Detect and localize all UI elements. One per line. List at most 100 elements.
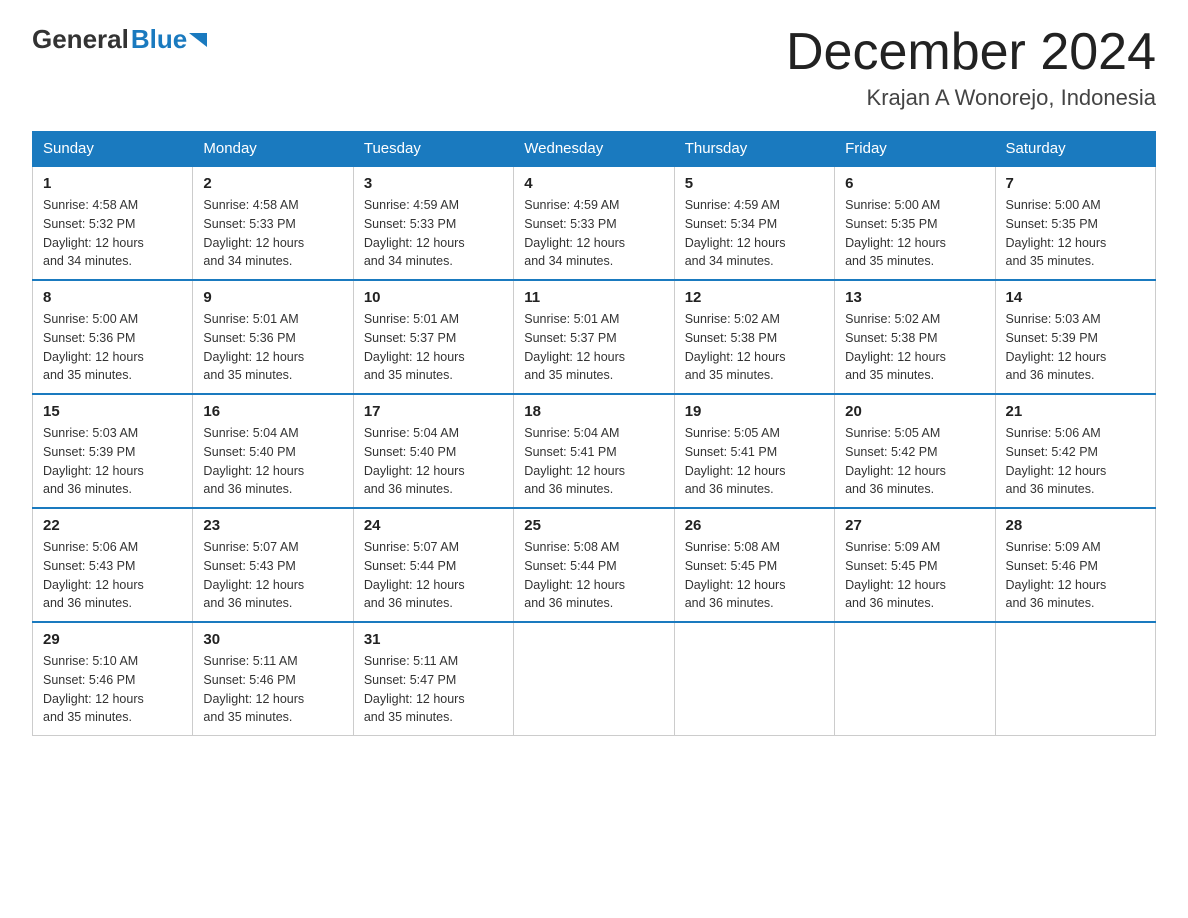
day-info: Sunrise: 5:09 AMSunset: 5:45 PMDaylight:… [845, 540, 946, 610]
logo-arrow-icon [189, 29, 211, 51]
day-number: 19 [685, 403, 824, 420]
week-row-4: 22 Sunrise: 5:06 AMSunset: 5:43 PMDaylig… [33, 508, 1156, 622]
calendar-cell [514, 622, 674, 736]
day-info: Sunrise: 5:02 AMSunset: 5:38 PMDaylight:… [685, 312, 786, 382]
day-info: Sunrise: 5:00 AMSunset: 5:35 PMDaylight:… [1006, 198, 1107, 268]
day-number: 25 [524, 517, 663, 534]
calendar-cell: 16 Sunrise: 5:04 AMSunset: 5:40 PMDaylig… [193, 394, 353, 508]
day-number: 13 [845, 289, 984, 306]
day-info: Sunrise: 5:06 AMSunset: 5:42 PMDaylight:… [1006, 426, 1107, 496]
day-number: 31 [364, 631, 503, 648]
calendar-cell: 19 Sunrise: 5:05 AMSunset: 5:41 PMDaylig… [674, 394, 834, 508]
calendar-cell: 25 Sunrise: 5:08 AMSunset: 5:44 PMDaylig… [514, 508, 674, 622]
day-info: Sunrise: 5:01 AMSunset: 5:37 PMDaylight:… [524, 312, 625, 382]
day-number: 17 [364, 403, 503, 420]
calendar-body: 1 Sunrise: 4:58 AMSunset: 5:32 PMDayligh… [33, 166, 1156, 736]
day-info: Sunrise: 5:08 AMSunset: 5:44 PMDaylight:… [524, 540, 625, 610]
day-info: Sunrise: 5:09 AMSunset: 5:46 PMDaylight:… [1006, 540, 1107, 610]
day-info: Sunrise: 5:11 AMSunset: 5:47 PMDaylight:… [364, 654, 465, 724]
day-info: Sunrise: 5:05 AMSunset: 5:42 PMDaylight:… [845, 426, 946, 496]
calendar-cell: 31 Sunrise: 5:11 AMSunset: 5:47 PMDaylig… [353, 622, 513, 736]
day-number: 4 [524, 175, 663, 192]
day-number: 20 [845, 403, 984, 420]
week-row-5: 29 Sunrise: 5:10 AMSunset: 5:46 PMDaylig… [33, 622, 1156, 736]
day-info: Sunrise: 5:00 AMSunset: 5:35 PMDaylight:… [845, 198, 946, 268]
calendar-cell: 8 Sunrise: 5:00 AMSunset: 5:36 PMDayligh… [33, 280, 193, 394]
day-info: Sunrise: 5:00 AMSunset: 5:36 PMDaylight:… [43, 312, 144, 382]
day-number: 7 [1006, 175, 1145, 192]
calendar-cell: 27 Sunrise: 5:09 AMSunset: 5:45 PMDaylig… [835, 508, 995, 622]
day-number: 27 [845, 517, 984, 534]
day-info: Sunrise: 5:10 AMSunset: 5:46 PMDaylight:… [43, 654, 144, 724]
calendar-cell: 26 Sunrise: 5:08 AMSunset: 5:45 PMDaylig… [674, 508, 834, 622]
title-block: December 2024 Krajan A Wonorejo, Indones… [786, 24, 1156, 111]
calendar-cell: 9 Sunrise: 5:01 AMSunset: 5:36 PMDayligh… [193, 280, 353, 394]
day-number: 9 [203, 289, 342, 306]
day-number: 26 [685, 517, 824, 534]
day-number: 22 [43, 517, 182, 534]
header-row: Sunday Monday Tuesday Wednesday Thursday… [33, 132, 1156, 167]
calendar-cell: 2 Sunrise: 4:58 AMSunset: 5:33 PMDayligh… [193, 166, 353, 280]
day-info: Sunrise: 4:58 AMSunset: 5:33 PMDaylight:… [203, 198, 304, 268]
day-info: Sunrise: 5:03 AMSunset: 5:39 PMDaylight:… [43, 426, 144, 496]
day-number: 15 [43, 403, 182, 420]
calendar-cell: 14 Sunrise: 5:03 AMSunset: 5:39 PMDaylig… [995, 280, 1155, 394]
day-info: Sunrise: 5:02 AMSunset: 5:38 PMDaylight:… [845, 312, 946, 382]
logo-general-text: General [32, 24, 129, 55]
header-sunday: Sunday [33, 132, 193, 167]
day-info: Sunrise: 5:01 AMSunset: 5:36 PMDaylight:… [203, 312, 304, 382]
calendar-cell: 15 Sunrise: 5:03 AMSunset: 5:39 PMDaylig… [33, 394, 193, 508]
calendar-cell: 30 Sunrise: 5:11 AMSunset: 5:46 PMDaylig… [193, 622, 353, 736]
calendar-cell: 22 Sunrise: 5:06 AMSunset: 5:43 PMDaylig… [33, 508, 193, 622]
calendar-cell: 24 Sunrise: 5:07 AMSunset: 5:44 PMDaylig… [353, 508, 513, 622]
calendar-cell [835, 622, 995, 736]
week-row-2: 8 Sunrise: 5:00 AMSunset: 5:36 PMDayligh… [33, 280, 1156, 394]
day-number: 24 [364, 517, 503, 534]
calendar-cell: 1 Sunrise: 4:58 AMSunset: 5:32 PMDayligh… [33, 166, 193, 280]
calendar-cell: 6 Sunrise: 5:00 AMSunset: 5:35 PMDayligh… [835, 166, 995, 280]
day-number: 11 [524, 289, 663, 306]
week-row-3: 15 Sunrise: 5:03 AMSunset: 5:39 PMDaylig… [33, 394, 1156, 508]
day-number: 18 [524, 403, 663, 420]
header-monday: Monday [193, 132, 353, 167]
calendar-cell: 23 Sunrise: 5:07 AMSunset: 5:43 PMDaylig… [193, 508, 353, 622]
logo-blue-text: Blue [131, 24, 187, 55]
day-number: 28 [1006, 517, 1145, 534]
logo-blue-part: Blue [131, 24, 211, 55]
calendar-cell: 13 Sunrise: 5:02 AMSunset: 5:38 PMDaylig… [835, 280, 995, 394]
day-info: Sunrise: 5:08 AMSunset: 5:45 PMDaylight:… [685, 540, 786, 610]
day-info: Sunrise: 4:59 AMSunset: 5:34 PMDaylight:… [685, 198, 786, 268]
week-row-1: 1 Sunrise: 4:58 AMSunset: 5:32 PMDayligh… [33, 166, 1156, 280]
day-number: 5 [685, 175, 824, 192]
day-info: Sunrise: 5:03 AMSunset: 5:39 PMDaylight:… [1006, 312, 1107, 382]
day-number: 21 [1006, 403, 1145, 420]
header-wednesday: Wednesday [514, 132, 674, 167]
header-thursday: Thursday [674, 132, 834, 167]
day-info: Sunrise: 4:59 AMSunset: 5:33 PMDaylight:… [364, 198, 465, 268]
calendar-cell: 10 Sunrise: 5:01 AMSunset: 5:37 PMDaylig… [353, 280, 513, 394]
calendar-cell: 5 Sunrise: 4:59 AMSunset: 5:34 PMDayligh… [674, 166, 834, 280]
calendar-cell: 4 Sunrise: 4:59 AMSunset: 5:33 PMDayligh… [514, 166, 674, 280]
day-number: 3 [364, 175, 503, 192]
calendar-header: Sunday Monday Tuesday Wednesday Thursday… [33, 132, 1156, 167]
calendar-cell: 7 Sunrise: 5:00 AMSunset: 5:35 PMDayligh… [995, 166, 1155, 280]
day-number: 8 [43, 289, 182, 306]
calendar-cell [674, 622, 834, 736]
calendar-cell [995, 622, 1155, 736]
day-number: 23 [203, 517, 342, 534]
page-header: General Blue December 2024 Krajan A Wono… [32, 24, 1156, 111]
header-saturday: Saturday [995, 132, 1155, 167]
calendar-cell: 12 Sunrise: 5:02 AMSunset: 5:38 PMDaylig… [674, 280, 834, 394]
day-info: Sunrise: 5:07 AMSunset: 5:44 PMDaylight:… [364, 540, 465, 610]
subtitle: Krajan A Wonorejo, Indonesia [786, 85, 1156, 111]
day-number: 6 [845, 175, 984, 192]
day-info: Sunrise: 4:59 AMSunset: 5:33 PMDaylight:… [524, 198, 625, 268]
calendar-table: Sunday Monday Tuesday Wednesday Thursday… [32, 131, 1156, 736]
day-number: 12 [685, 289, 824, 306]
calendar-cell: 17 Sunrise: 5:04 AMSunset: 5:40 PMDaylig… [353, 394, 513, 508]
day-number: 16 [203, 403, 342, 420]
logo: General Blue [32, 24, 211, 55]
day-number: 30 [203, 631, 342, 648]
day-info: Sunrise: 5:04 AMSunset: 5:40 PMDaylight:… [203, 426, 304, 496]
header-friday: Friday [835, 132, 995, 167]
